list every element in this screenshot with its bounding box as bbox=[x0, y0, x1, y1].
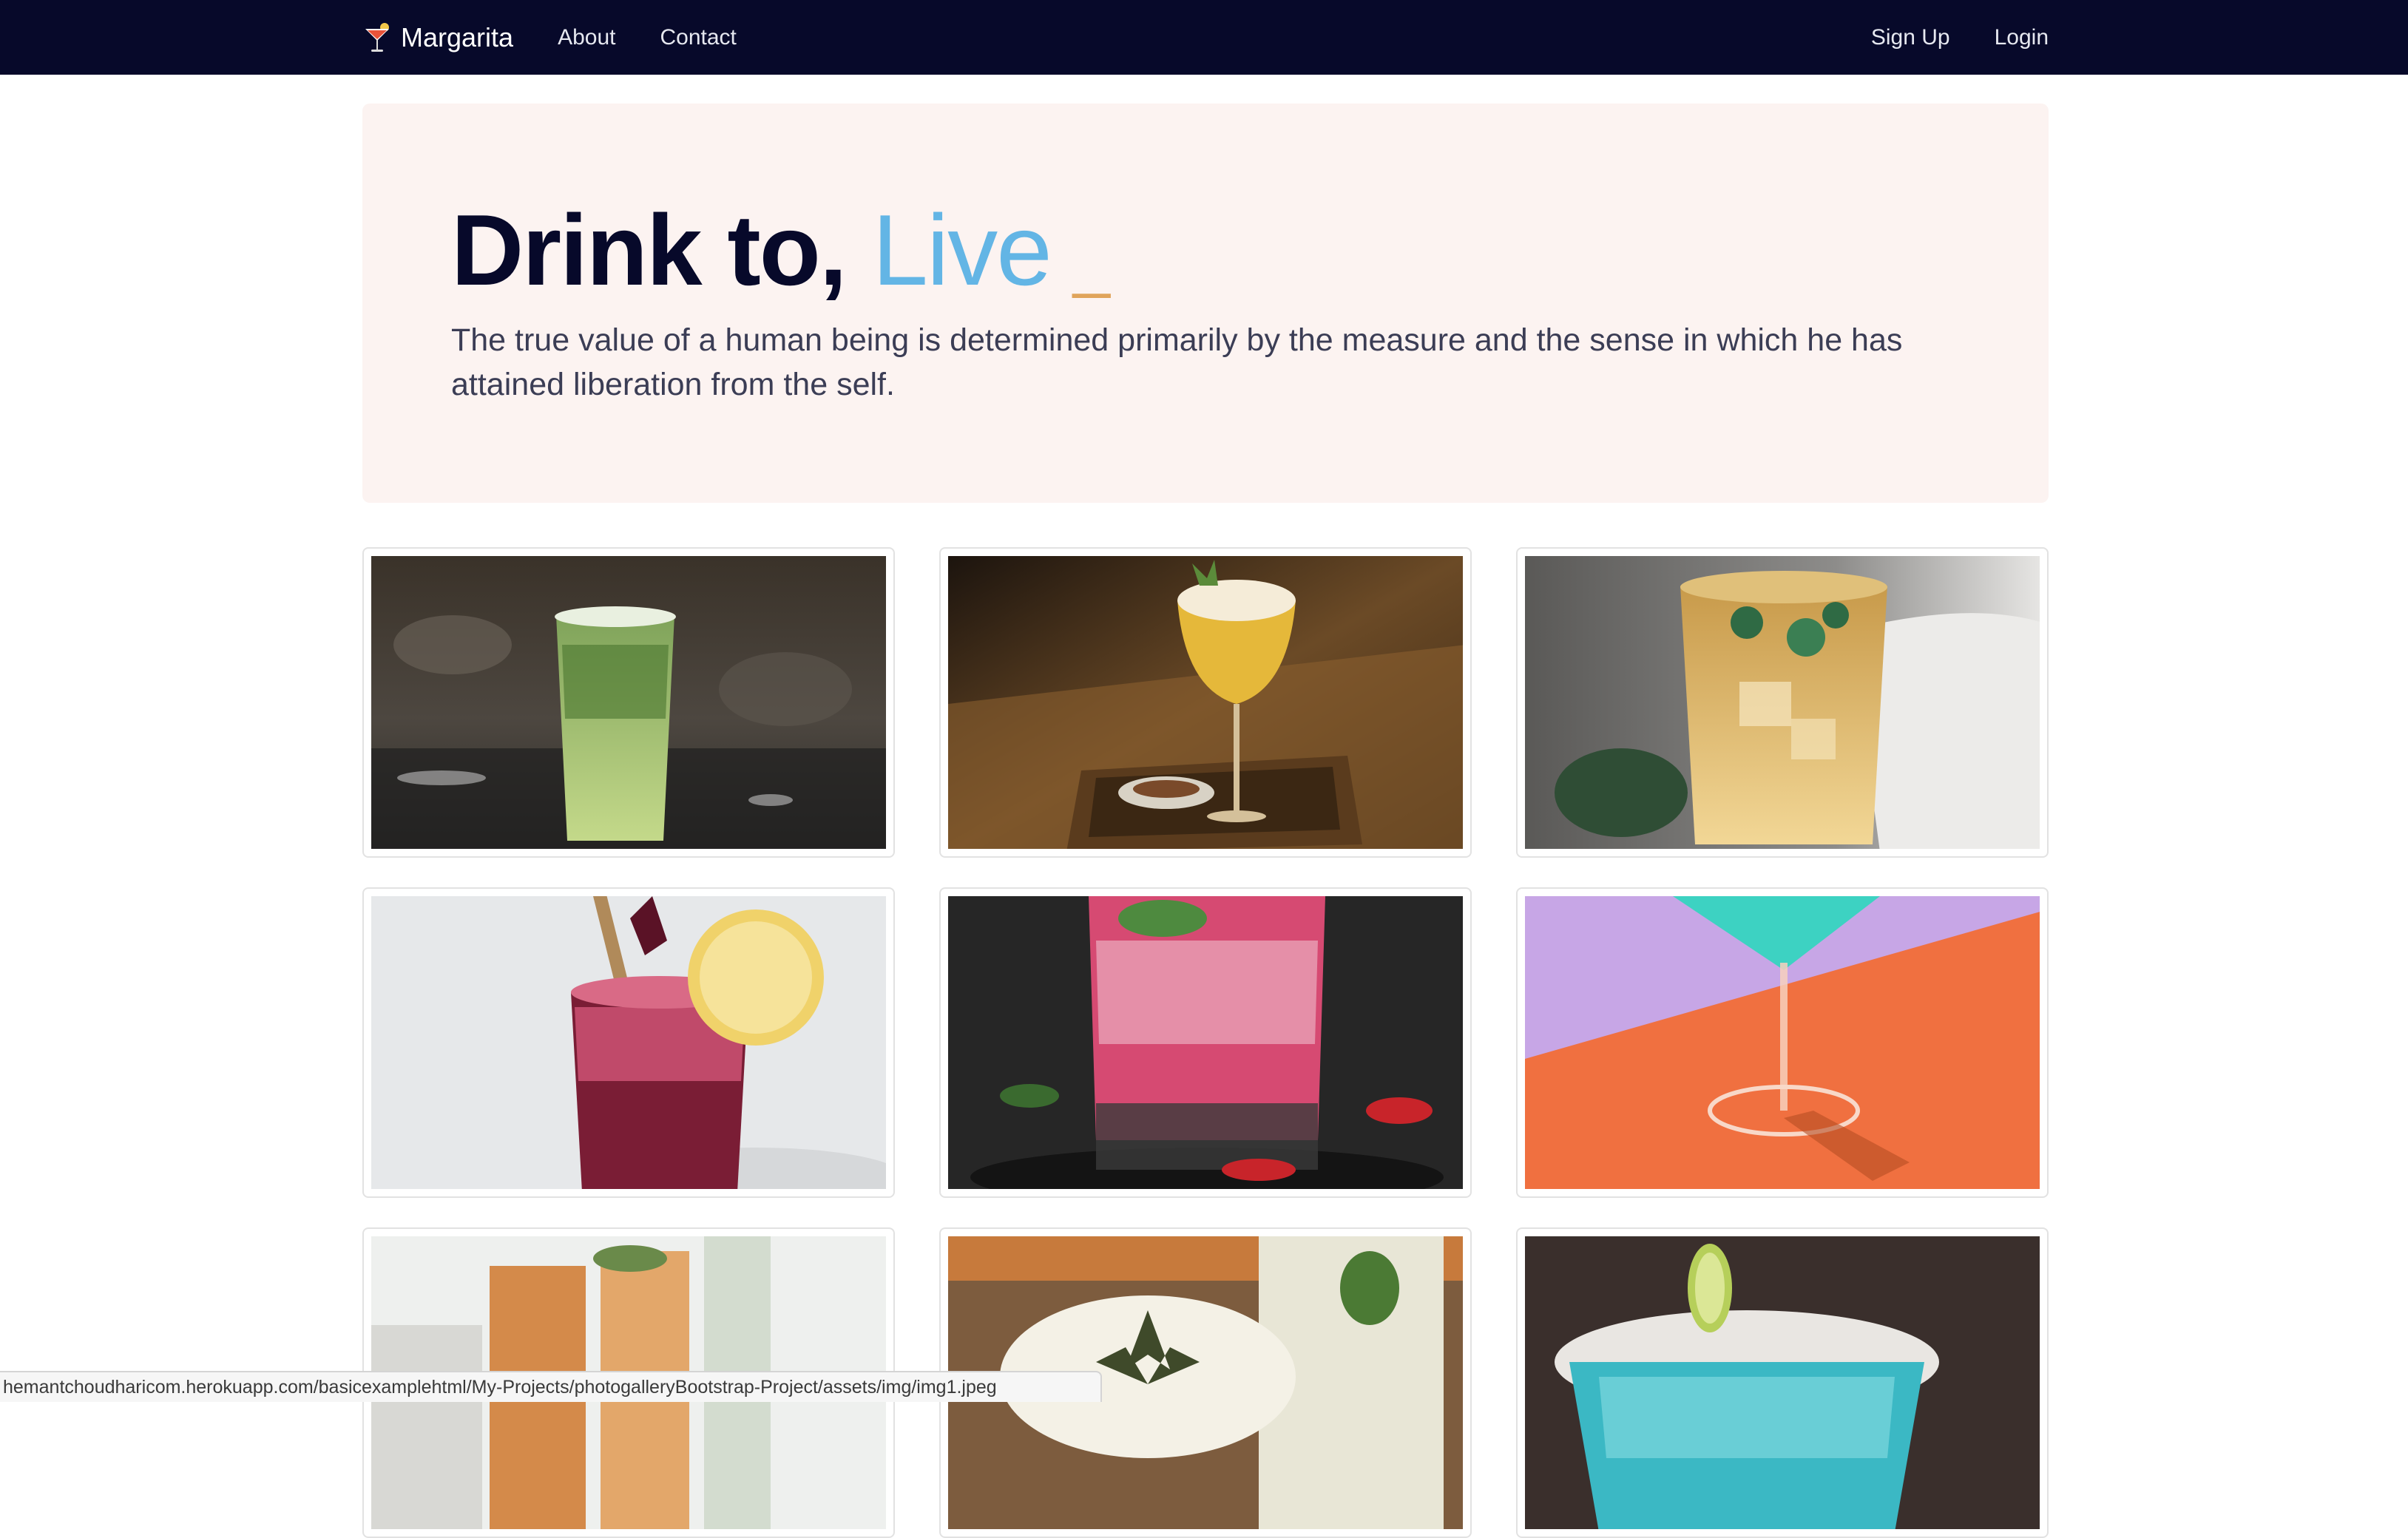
hero-title-highlight: Live bbox=[872, 194, 1052, 306]
navbar-container: Margarita About Contact Sign Up Login bbox=[362, 0, 2049, 75]
brand-name: Margarita bbox=[401, 21, 514, 52]
nav-contact-link[interactable]: Contact bbox=[660, 25, 736, 50]
gallery-thumbnail[interactable] bbox=[362, 887, 895, 1198]
nav-signup-link[interactable]: Sign Up bbox=[1871, 25, 1950, 50]
photo-berry-slush-jar bbox=[371, 896, 886, 1189]
top-navbar: Margarita About Contact Sign Up Login bbox=[0, 0, 2408, 75]
photo-green-mojito bbox=[371, 556, 886, 849]
gallery-thumbnail[interactable] bbox=[1516, 1227, 2049, 1538]
gallery-thumbnail[interactable] bbox=[1516, 887, 2049, 1198]
hero-lead-text: The true value of a human being is deter… bbox=[451, 322, 1903, 402]
hero-title: Drink to, Live _ bbox=[451, 200, 1110, 300]
brand-link[interactable]: Margarita bbox=[362, 21, 513, 54]
nav-login-link[interactable]: Login bbox=[1995, 25, 2049, 50]
photo-turquoise-cocktail bbox=[1525, 1236, 2040, 1529]
gallery-thumbnail[interactable] bbox=[939, 547, 1472, 858]
photo-amber-iced-drink bbox=[1525, 556, 2040, 849]
hero-title-prefix: Drink to, bbox=[451, 194, 873, 306]
typing-cursor: _ bbox=[1072, 226, 1110, 299]
gallery-thumbnail[interactable] bbox=[362, 547, 895, 858]
hero-jumbotron: Drink to, Live _ The true value of a huma… bbox=[362, 104, 2049, 503]
photo-pink-sparkling-drink bbox=[948, 896, 1463, 1189]
gallery-thumbnail[interactable] bbox=[1516, 547, 2049, 858]
cocktail-glass-icon bbox=[365, 22, 389, 52]
photo-blue-martini bbox=[1525, 896, 2040, 1189]
link-hover-status-bar: hemantchoudharicom.herokuapp.com/basicex… bbox=[0, 1371, 1102, 1402]
gallery-thumbnail[interactable] bbox=[939, 887, 1472, 1198]
nav-about-link[interactable]: About bbox=[558, 25, 615, 50]
photo-yellow-foam-cocktail bbox=[948, 556, 1463, 849]
